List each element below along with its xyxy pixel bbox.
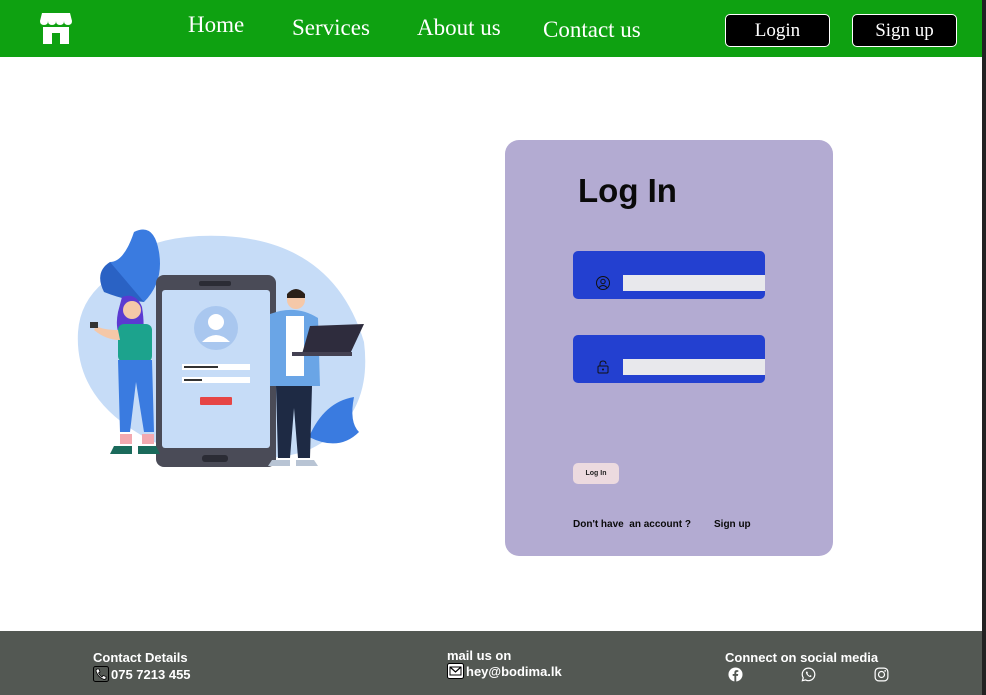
nav-home[interactable]: Home [188,12,244,38]
user-icon [596,276,610,290]
signup-link[interactable]: Sign up [714,519,751,530]
whatsapp-icon[interactable] [801,667,816,682]
login-illustration [77,229,366,467]
login-title: Log In [578,172,677,209]
login-nav-button[interactable]: Login [725,14,830,47]
lock-icon [597,360,609,374]
instagram-icon[interactable] [874,667,889,682]
facebook-icon[interactable] [728,667,743,682]
no-account-text: Don't have an account ? [573,519,691,530]
nav-services[interactable]: Services [292,15,370,41]
top-navbar: Home Services About us Contact us Login … [0,0,986,57]
social-label: Connect on social media [725,650,879,665]
nav-contact[interactable]: Contact us [543,17,641,43]
contact-details-label: Contact Details [93,650,188,665]
email-row: hey@bodima.lk [447,663,562,679]
email-address[interactable]: hey@bodima.lk [466,664,562,679]
phone-icon [93,666,109,682]
login-submit-button[interactable]: Log In [573,463,619,484]
mail-icon [447,663,464,679]
phone-number: 075 7213 455 [111,666,191,682]
username-input[interactable] [623,275,765,291]
nav-about[interactable]: About us [417,15,501,41]
password-input[interactable] [623,359,765,375]
footer: Contact Details 075 7213 455 mail us on … [0,631,982,695]
signup-nav-button[interactable]: Sign up [852,14,957,47]
mail-label: mail us on [447,648,512,663]
password-field [573,335,765,383]
login-card: Log In Log In Don't have an account ? Si… [505,140,833,556]
window-edge [982,0,986,695]
phone-row: 075 7213 455 [93,666,191,682]
username-field [573,251,765,299]
store-icon[interactable] [40,11,72,45]
